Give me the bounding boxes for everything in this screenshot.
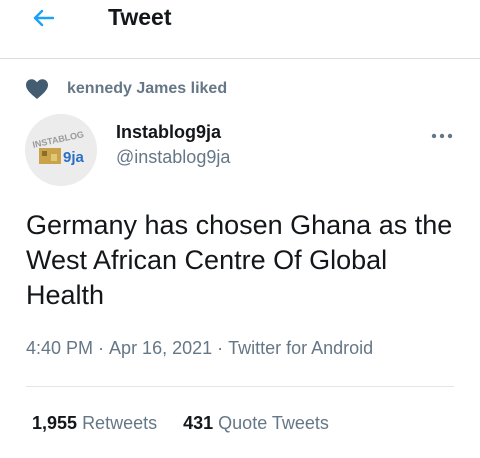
tweet-date: Apr 16, 2021 bbox=[109, 338, 213, 358]
author-handle[interactable]: @instablog9ja bbox=[116, 147, 230, 168]
author-name[interactable]: Instablog9ja bbox=[116, 122, 221, 143]
heart-icon bbox=[24, 77, 50, 101]
more-options-icon bbox=[431, 133, 453, 139]
svg-text:9ja: 9ja bbox=[63, 149, 85, 166]
tweet-metadata: 4:40 PM · Apr 16, 2021 · Twitter for Android bbox=[26, 338, 373, 359]
quote-tweets-stat[interactable]: 431 Quote Tweets bbox=[183, 413, 329, 433]
social-context-text: kennedy James liked bbox=[67, 80, 228, 97]
quote-tweets-label: Quote Tweets bbox=[218, 413, 329, 433]
more-options-button[interactable] bbox=[428, 124, 456, 148]
quote-tweets-count: 431 bbox=[183, 413, 214, 433]
retweets-count: 1,955 bbox=[32, 413, 78, 433]
tweet-stats: 1,955 Retweets 431 Quote Tweets bbox=[32, 413, 329, 434]
back-button[interactable] bbox=[26, 4, 60, 32]
page-title: Tweet bbox=[108, 4, 172, 30]
tweet-source-link[interactable]: Twitter for Android bbox=[228, 338, 373, 358]
separator: · bbox=[98, 338, 105, 358]
instablog9ja-logo: INSTABLOG 9ja bbox=[25, 114, 97, 186]
social-context[interactable]: kennedy James liked bbox=[24, 77, 227, 101]
retweets-stat[interactable]: 1,955 Retweets bbox=[32, 413, 157, 433]
tweet-text: Germany has chosen Ghana as the West Afr… bbox=[26, 210, 453, 310]
arrow-left-icon bbox=[33, 9, 54, 27]
divider bbox=[26, 386, 454, 387]
separator: · bbox=[217, 338, 224, 358]
tweet-time: 4:40 PM bbox=[26, 338, 94, 358]
top-app-bar: Tweet bbox=[0, 0, 480, 59]
avatar[interactable]: INSTABLOG 9ja bbox=[25, 114, 97, 186]
retweets-label: Retweets bbox=[82, 413, 158, 433]
